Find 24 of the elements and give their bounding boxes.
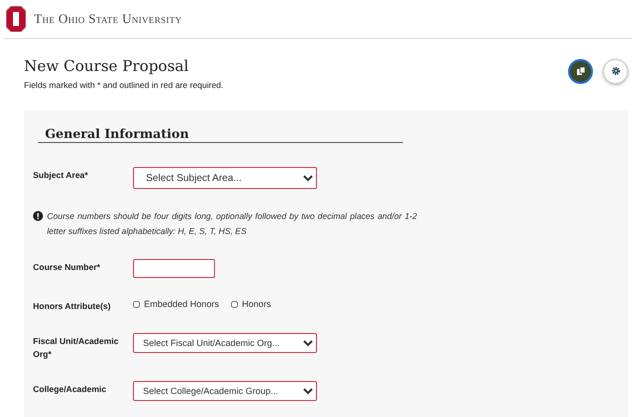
dropdown-field[interactable]: Select Subject Area... bbox=[133, 167, 317, 189]
section-heading: General Information bbox=[38, 126, 403, 143]
course-number-hint: Course numbers should be four digits long, optionally followed by two decimal places and/or 1-2 letter suffixes listed alphabetically: H, E, S, T, HS, ES bbox=[47, 210, 417, 238]
checkbox-label: Embedded Honors bbox=[144, 299, 220, 309]
settings-button[interactable] bbox=[603, 58, 628, 84]
copy-button[interactable] bbox=[568, 58, 593, 84]
checkbox[interactable] bbox=[133, 300, 140, 308]
checkbox-label: Honors bbox=[242, 299, 272, 309]
copy-icon bbox=[576, 66, 586, 76]
block-o-logo bbox=[6, 6, 26, 32]
dropdown-field[interactable]: Select Fiscal Unit/Academic Org... bbox=[133, 333, 317, 353]
page-title: New Course Proposal bbox=[24, 57, 190, 75]
dropdown-field[interactable]: Select College/Academic Group... bbox=[133, 381, 317, 401]
exclamation-icon bbox=[33, 211, 43, 221]
field-label: Subject Area* bbox=[33, 169, 89, 182]
university-name: The Ohio State University bbox=[34, 11, 182, 27]
required-fields-note: Fields marked with * and outlined in red are required. bbox=[24, 80, 224, 90]
checkbox[interactable] bbox=[231, 300, 238, 308]
field-label: Honors Attribute(s) bbox=[33, 300, 112, 313]
field-label: Course Number* bbox=[33, 261, 102, 274]
field-label: Fiscal Unit/Academic Org* bbox=[33, 335, 120, 361]
input-field[interactable] bbox=[133, 259, 215, 278]
field-label: College/Academic bbox=[33, 383, 108, 396]
settings-icon bbox=[610, 66, 620, 76]
